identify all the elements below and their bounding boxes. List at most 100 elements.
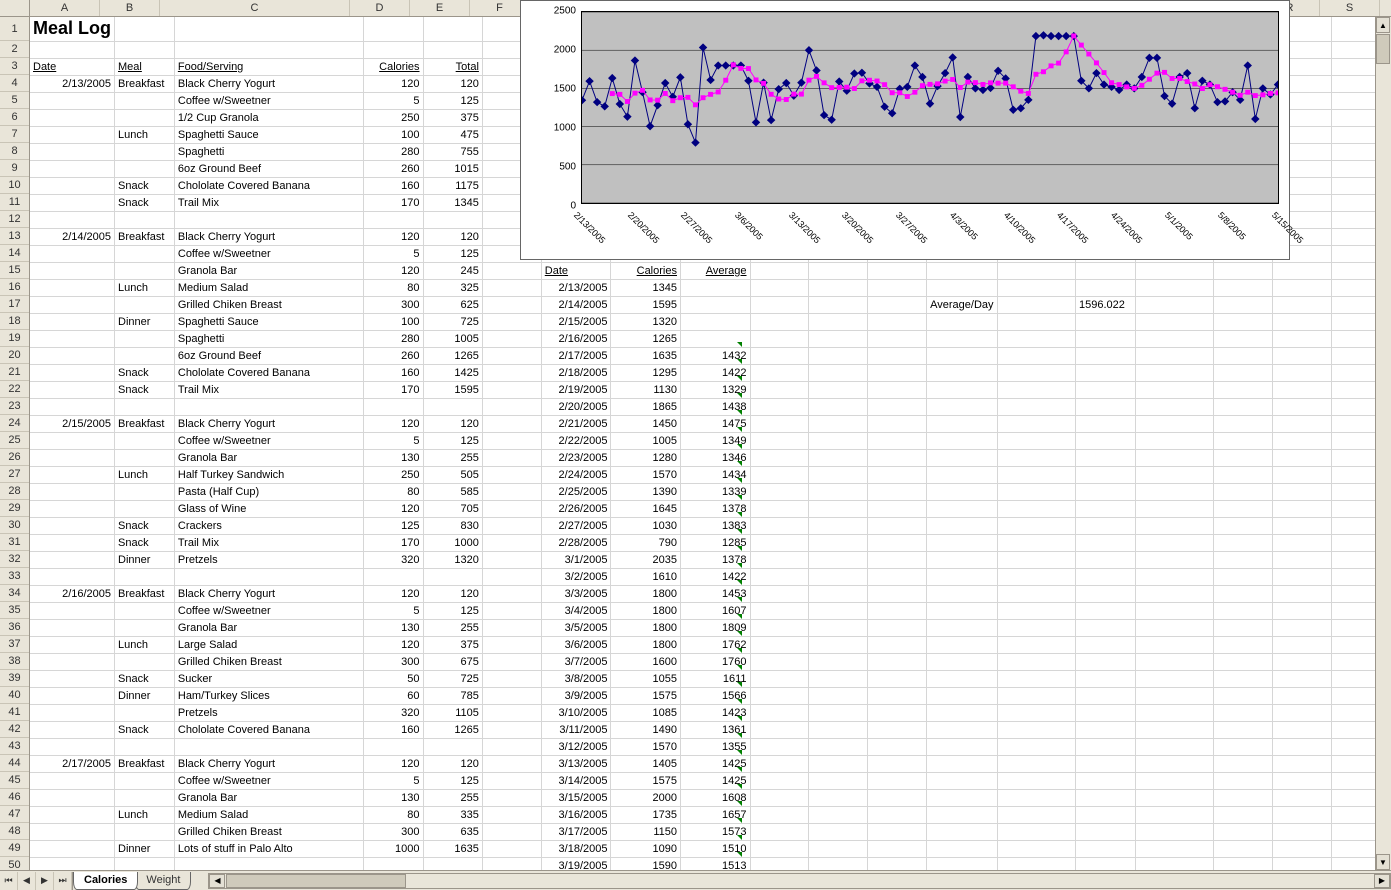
cell-D11[interactable]: 170: [363, 194, 423, 211]
cell-E14[interactable]: 125: [423, 245, 482, 262]
cell-O41[interactable]: [1075, 704, 1135, 721]
tab-nav-first[interactable]: ⏮: [0, 872, 18, 890]
cell-D41[interactable]: 320: [363, 704, 423, 721]
cell-E31[interactable]: 1000: [423, 534, 482, 551]
cell-O20[interactable]: [1075, 347, 1135, 364]
cell-N18[interactable]: [997, 313, 1075, 330]
cell-A27[interactable]: [30, 466, 115, 483]
cell-D21[interactable]: 160: [363, 364, 423, 381]
cell-E19[interactable]: 1005: [423, 330, 482, 347]
cell-J21[interactable]: [750, 364, 809, 381]
row-header-48[interactable]: 48: [0, 823, 29, 840]
cell-C21[interactable]: Chololate Covered Banana: [174, 364, 363, 381]
cell-A36[interactable]: [30, 619, 115, 636]
cell-M25[interactable]: [927, 432, 997, 449]
cell-B33[interactable]: [115, 568, 175, 585]
cell-P45[interactable]: [1135, 772, 1213, 789]
cell-A6[interactable]: [30, 109, 115, 126]
cell-C22[interactable]: Trail Mix: [174, 381, 363, 398]
cell-K48[interactable]: [809, 823, 868, 840]
cell-R17[interactable]: [1273, 296, 1332, 313]
cell-M40[interactable]: [927, 687, 997, 704]
cell-N25[interactable]: [997, 432, 1075, 449]
cell-E13[interactable]: 120: [423, 228, 482, 245]
cell-R19[interactable]: [1273, 330, 1332, 347]
hscroll-thumb[interactable]: [226, 874, 406, 888]
cell-F28[interactable]: [482, 483, 541, 500]
cell-H30[interactable]: 1030: [611, 517, 681, 534]
cell-D6[interactable]: 250: [363, 109, 423, 126]
cell-D9[interactable]: 260: [363, 160, 423, 177]
cell-C36[interactable]: Granola Bar: [174, 619, 363, 636]
cell-C29[interactable]: Glass of Wine: [174, 500, 363, 517]
cell-R31[interactable]: [1273, 534, 1332, 551]
cell-K18[interactable]: [809, 313, 868, 330]
cell-D45[interactable]: 5: [363, 772, 423, 789]
cell-G26[interactable]: 2/23/2005: [541, 449, 611, 466]
cell-B27[interactable]: Lunch: [115, 466, 175, 483]
cell-D46[interactable]: 130: [363, 789, 423, 806]
cell-M15[interactable]: [927, 262, 997, 279]
cell-K27[interactable]: [809, 466, 868, 483]
cell-J33[interactable]: [750, 568, 809, 585]
cell-F20[interactable]: [482, 347, 541, 364]
cell-A39[interactable]: [30, 670, 115, 687]
cell-J22[interactable]: [750, 381, 809, 398]
cell-L48[interactable]: [868, 823, 927, 840]
cell-A18[interactable]: [30, 313, 115, 330]
cell-E32[interactable]: 1320: [423, 551, 482, 568]
cell-B28[interactable]: [115, 483, 175, 500]
cell-G23[interactable]: 2/20/2005: [541, 398, 611, 415]
cell-H43[interactable]: 1570: [611, 738, 681, 755]
cell-E33[interactable]: [423, 568, 482, 585]
cell-A3[interactable]: Date: [30, 58, 115, 75]
row-header-31[interactable]: 31: [0, 534, 29, 551]
cell-K30[interactable]: [809, 517, 868, 534]
cell-A17[interactable]: [30, 296, 115, 313]
cell-B37[interactable]: Lunch: [115, 636, 175, 653]
cell-Q37[interactable]: [1214, 636, 1273, 653]
cell-A48[interactable]: [30, 823, 115, 840]
cell-F38[interactable]: [482, 653, 541, 670]
cell-A16[interactable]: [30, 279, 115, 296]
cell-E15[interactable]: 245: [423, 262, 482, 279]
cell-Q46[interactable]: [1214, 789, 1273, 806]
tab-weight[interactable]: Weight: [135, 872, 191, 890]
cell-Q40[interactable]: [1214, 687, 1273, 704]
cell-N22[interactable]: [997, 381, 1075, 398]
cell-B12[interactable]: [115, 211, 175, 228]
tab-nav-last[interactable]: ⏭: [54, 872, 72, 890]
cell-G48[interactable]: 3/17/2005: [541, 823, 611, 840]
cell-M23[interactable]: [927, 398, 997, 415]
cell-G28[interactable]: 2/25/2005: [541, 483, 611, 500]
cell-L26[interactable]: [868, 449, 927, 466]
cell-C31[interactable]: Trail Mix: [174, 534, 363, 551]
select-all-corner[interactable]: [0, 0, 30, 16]
cell-P37[interactable]: [1135, 636, 1213, 653]
cell-G30[interactable]: 2/27/2005: [541, 517, 611, 534]
row-header-13[interactable]: 13: [0, 228, 29, 245]
cell-D17[interactable]: 300: [363, 296, 423, 313]
cell-P28[interactable]: [1135, 483, 1213, 500]
row-header-33[interactable]: 33: [0, 568, 29, 585]
cell-L46[interactable]: [868, 789, 927, 806]
cell-D26[interactable]: 130: [363, 449, 423, 466]
cell-M16[interactable]: [927, 279, 997, 296]
cell-J46[interactable]: [750, 789, 809, 806]
cell-N45[interactable]: [997, 772, 1075, 789]
cell-M37[interactable]: [927, 636, 997, 653]
cell-N19[interactable]: [997, 330, 1075, 347]
cell-M47[interactable]: [927, 806, 997, 823]
cell-K47[interactable]: [809, 806, 868, 823]
cell-F21[interactable]: [482, 364, 541, 381]
cell-D34[interactable]: 120: [363, 585, 423, 602]
cell-R28[interactable]: [1273, 483, 1332, 500]
cell-O49[interactable]: [1075, 840, 1135, 857]
cell-J35[interactable]: [750, 602, 809, 619]
row-header-42[interactable]: 42: [0, 721, 29, 738]
cell-P34[interactable]: [1135, 585, 1213, 602]
row-header-23[interactable]: 23: [0, 398, 29, 415]
cell-A10[interactable]: [30, 177, 115, 194]
row-header-39[interactable]: 39: [0, 670, 29, 687]
cell-J40[interactable]: [750, 687, 809, 704]
